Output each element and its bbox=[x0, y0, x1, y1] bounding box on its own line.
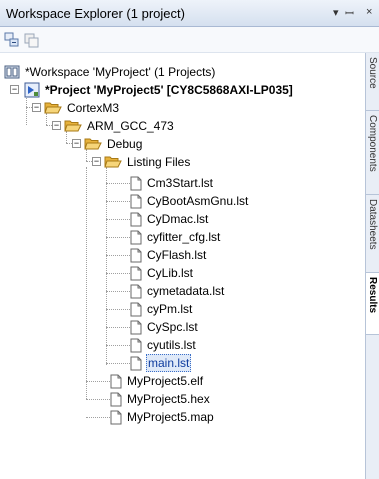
collapse-all-icon[interactable] bbox=[4, 32, 20, 48]
tree-item-label: cyfitter_cfg.lst bbox=[147, 230, 221, 244]
tree-item-file[interactable]: MyProject5.map bbox=[110, 408, 215, 426]
file-icon bbox=[130, 302, 142, 316]
tree-item-folder-debug[interactable]: Debug bbox=[84, 135, 143, 153]
collapse-toggle-icon[interactable]: − bbox=[32, 103, 41, 112]
tree-item-folder-cortex[interactable]: CortexM3 bbox=[44, 99, 120, 117]
side-tab-strip: Source Components Datasheets Results bbox=[365, 53, 379, 479]
file-icon bbox=[110, 392, 122, 406]
tree-item-label: CyLib.lst bbox=[147, 266, 194, 280]
tree-item-folder-arm[interactable]: ARM_GCC_473 bbox=[64, 117, 175, 135]
folder-open-icon bbox=[84, 138, 102, 150]
tree-item-label: MyProject5.map bbox=[127, 410, 214, 424]
tab-datasheets[interactable]: Datasheets bbox=[366, 195, 379, 273]
workspace-icon bbox=[4, 65, 20, 79]
workspace-tree[interactable]: *Workspace 'MyProject' (1 Projects) − *P… bbox=[0, 53, 365, 479]
file-icon bbox=[130, 248, 142, 262]
tree-item-label: main.lst bbox=[146, 354, 192, 372]
tree-item-file[interactable]: CySpc.lst bbox=[130, 318, 199, 336]
folder-open-icon bbox=[64, 120, 82, 132]
tree-item-label: CySpc.lst bbox=[147, 320, 198, 334]
tree-item-file[interactable]: CyBootAsmGnu.lst bbox=[130, 192, 249, 210]
project-icon bbox=[24, 82, 40, 98]
tab-source[interactable]: Source bbox=[366, 53, 379, 111]
tab-label: Datasheets bbox=[367, 199, 378, 250]
tree-item-file[interactable]: cyutils.lst bbox=[130, 336, 197, 354]
tree-item-file[interactable]: MyProject5.hex bbox=[110, 390, 211, 408]
file-icon bbox=[130, 194, 142, 208]
tree-item-file[interactable]: CyDmac.lst bbox=[130, 210, 209, 228]
file-icon bbox=[110, 410, 122, 424]
file-icon bbox=[130, 338, 142, 352]
collapse-toggle-icon[interactable]: − bbox=[92, 157, 101, 166]
tree-item-label: CyDmac.lst bbox=[147, 212, 209, 226]
tab-results[interactable]: Results bbox=[366, 273, 379, 335]
tab-label: Results bbox=[367, 277, 378, 314]
refresh-icon[interactable] bbox=[24, 32, 40, 48]
tree-item-workspace[interactable]: *Workspace 'MyProject' (1 Projects) bbox=[4, 63, 216, 81]
folder-open-icon bbox=[104, 156, 122, 168]
tree-item-file[interactable]: cyfitter_cfg.lst bbox=[130, 228, 221, 246]
collapse-toggle-icon[interactable]: − bbox=[52, 121, 61, 130]
tree-item-file-selected[interactable]: main.lst bbox=[130, 354, 192, 372]
collapse-toggle-icon[interactable]: − bbox=[72, 139, 81, 148]
tab-label: Components bbox=[367, 115, 378, 172]
close-icon[interactable]: × bbox=[366, 6, 372, 18]
file-icon bbox=[130, 284, 142, 298]
tree-item-folder-listing[interactable]: Listing Files bbox=[104, 153, 191, 171]
tree-item-label: *Project 'MyProject5' [CY8C5868AXI-LP035… bbox=[45, 83, 293, 97]
panel-title: Workspace Explorer (1 project) bbox=[6, 6, 185, 21]
tab-components[interactable]: Components bbox=[366, 111, 379, 195]
folder-open-icon bbox=[44, 102, 62, 114]
file-icon bbox=[130, 176, 142, 190]
tree-item-project[interactable]: *Project 'MyProject5' [CY8C5868AXI-LP035… bbox=[24, 81, 294, 99]
panel-titlebar: Workspace Explorer (1 project) ▾ ꟷ × bbox=[0, 0, 379, 27]
tree-item-file[interactable]: CyLib.lst bbox=[130, 264, 194, 282]
tree-item-file[interactable]: MyProject5.elf bbox=[110, 372, 204, 390]
tree-item-label: cymetadata.lst bbox=[147, 284, 225, 298]
file-icon bbox=[130, 356, 142, 370]
tree-item-file[interactable]: Cm3Start.lst bbox=[130, 174, 214, 192]
tree-item-label: CyFlash.lst bbox=[147, 248, 207, 262]
tree-item-label: Listing Files bbox=[127, 155, 191, 169]
file-icon bbox=[130, 230, 142, 244]
tree-item-label: Cm3Start.lst bbox=[147, 176, 214, 190]
tree-item-label: *Workspace 'MyProject' (1 Projects) bbox=[25, 65, 216, 79]
tree-item-file[interactable]: CyFlash.lst bbox=[130, 246, 207, 264]
file-icon bbox=[130, 266, 142, 280]
tree-item-label: cyPm.lst bbox=[147, 302, 193, 316]
file-icon bbox=[130, 212, 142, 226]
tree-item-label: cyutils.lst bbox=[147, 338, 196, 352]
tree-item-label: Debug bbox=[107, 137, 143, 151]
file-icon bbox=[110, 374, 122, 388]
tree-item-label: ARM_GCC_473 bbox=[87, 119, 174, 133]
collapse-toggle-icon[interactable]: − bbox=[10, 85, 19, 94]
tab-label: Source bbox=[367, 57, 378, 89]
toolbar bbox=[0, 27, 379, 53]
tree-item-file[interactable]: cymetadata.lst bbox=[130, 282, 225, 300]
tree-item-label: CortexM3 bbox=[67, 101, 120, 115]
tree-item-file[interactable]: cyPm.lst bbox=[130, 300, 193, 318]
file-icon bbox=[130, 320, 142, 334]
pin-icon[interactable]: ▾ bbox=[333, 6, 339, 19]
tree-item-label: MyProject5.hex bbox=[127, 392, 210, 406]
auto-hide-icon[interactable]: ꟷ bbox=[345, 6, 354, 21]
tree-item-label: CyBootAsmGnu.lst bbox=[147, 194, 249, 208]
tree-item-label: MyProject5.elf bbox=[127, 374, 204, 388]
